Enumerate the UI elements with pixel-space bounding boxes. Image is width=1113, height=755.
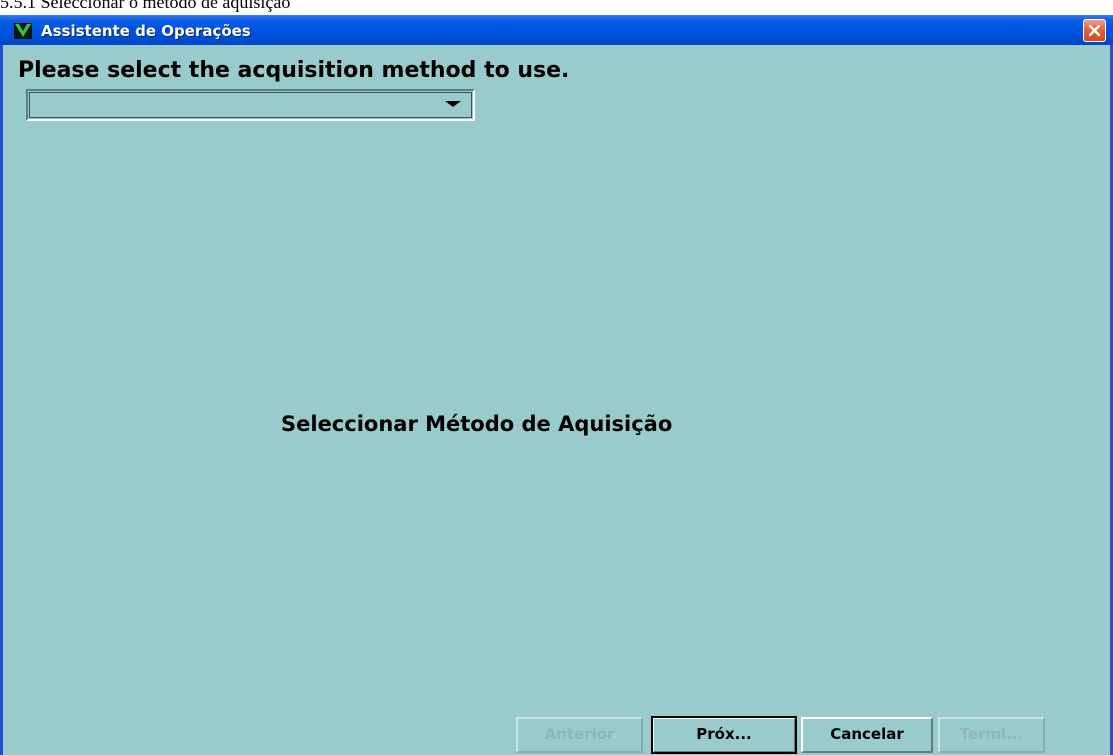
close-button[interactable] <box>1083 19 1106 42</box>
wizard-window: Assistente de Operações Please select th… <box>0 15 1113 755</box>
close-icon <box>1088 24 1101 37</box>
step-title: Seleccionar Método de Aquisição <box>281 412 673 436</box>
window-title: Assistente de Operações <box>41 22 251 40</box>
document-heading: 5.5.1 Seleccionar o método de aquisição <box>0 0 291 12</box>
finish-button[interactable]: Termi... <box>938 717 1045 753</box>
cancel-button[interactable]: Cancelar <box>801 717 933 753</box>
acquisition-method-select[interactable] <box>26 89 475 121</box>
app-logo-icon <box>14 23 32 39</box>
chevron-down-icon[interactable] <box>445 101 461 107</box>
title-bar[interactable]: Assistente de Operações <box>0 15 1113 45</box>
instruction-text: Please select the acquisition method to … <box>18 58 570 83</box>
previous-button[interactable]: Anterior <box>516 717 643 753</box>
next-button[interactable]: Próx... <box>651 716 797 754</box>
select-frame <box>29 92 472 118</box>
